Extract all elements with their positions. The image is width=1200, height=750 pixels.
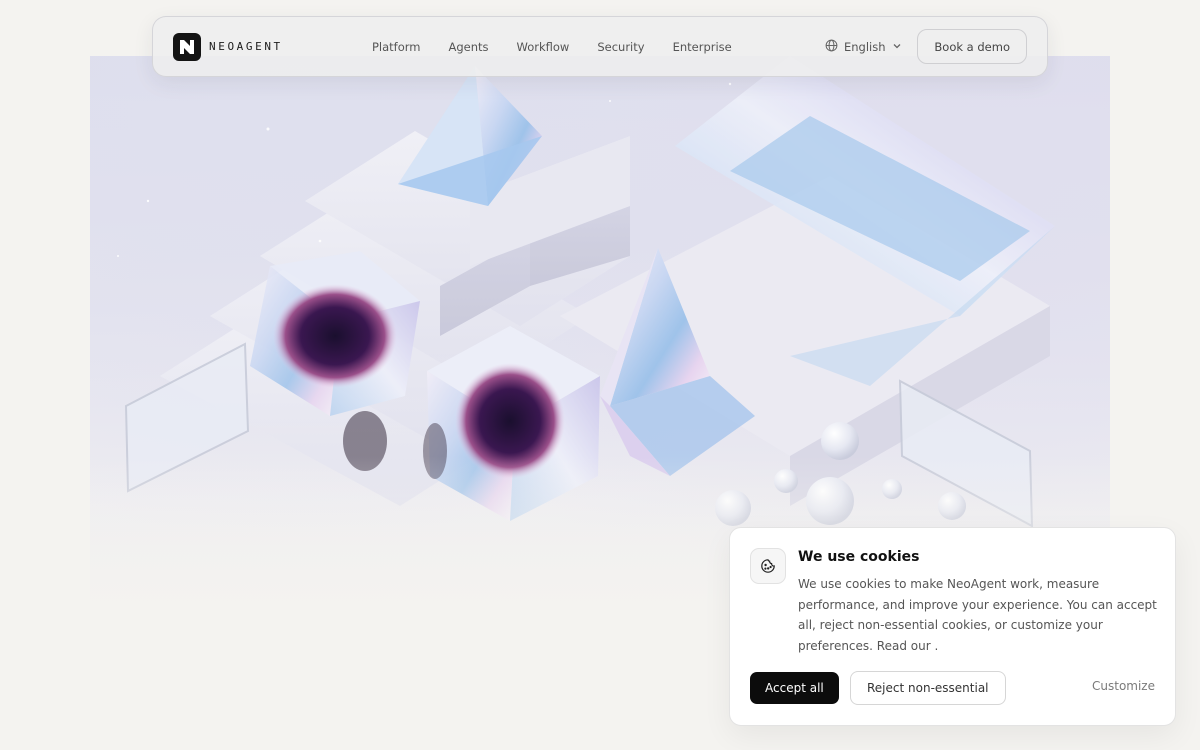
nav-link-platform[interactable]: Platform: [372, 40, 421, 54]
book-demo-button[interactable]: Book a demo: [917, 29, 1027, 64]
brand-logo[interactable]: NEOAGENT: [173, 32, 283, 61]
nav-link-security[interactable]: Security: [597, 40, 644, 54]
language-label: English: [844, 39, 886, 54]
brand-name: NEOAGENT: [209, 40, 283, 53]
chevron-down-icon: [892, 40, 902, 54]
globe-icon: [825, 39, 838, 55]
reject-non-essential-button[interactable]: Reject non-essential: [850, 671, 1006, 705]
cookie-icon: [750, 548, 786, 584]
neoagent-logo-icon: [173, 32, 201, 61]
customize-button[interactable]: Customize: [1092, 679, 1155, 693]
nav-links: Platform Agents Workflow Security Enterp…: [372, 17, 732, 76]
nav-link-enterprise[interactable]: Enterprise: [673, 40, 732, 54]
top-nav: NEOAGENT Platform Agents Workflow Securi…: [152, 16, 1048, 77]
language-selector[interactable]: English: [825, 17, 902, 76]
cookie-description: We use cookies to make NeoAgent work, me…: [798, 577, 1157, 653]
cookie-title: We use cookies: [798, 549, 920, 565]
accept-all-button[interactable]: Accept all: [750, 672, 839, 704]
nav-link-agents[interactable]: Agents: [449, 40, 489, 54]
cookie-banner: We use cookies We use cookies to make Ne…: [729, 527, 1176, 726]
nav-link-workflow[interactable]: Workflow: [517, 40, 570, 54]
